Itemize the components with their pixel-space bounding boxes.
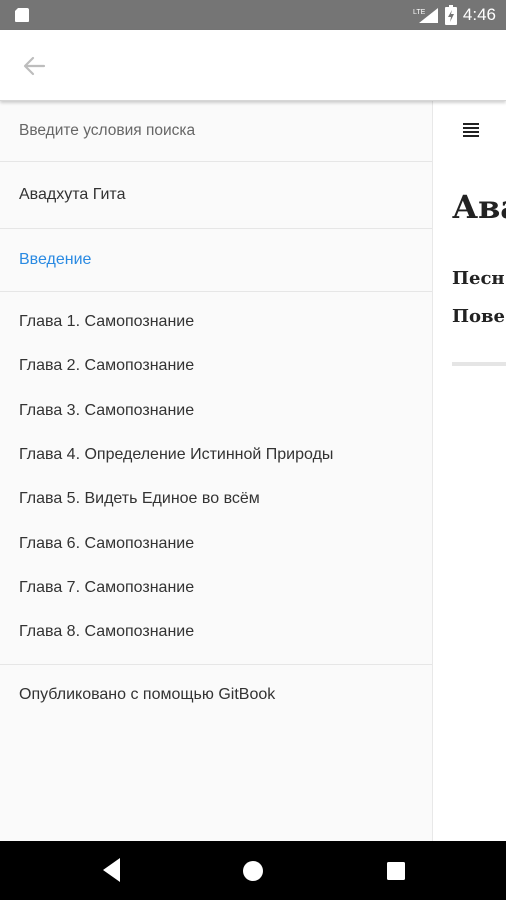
book-summary-sidebar: Авадхута Гита Введение Глава 1. Самопозн… (0, 100, 433, 841)
home-circle-icon[interactable] (242, 860, 264, 882)
sd-card-icon (15, 8, 29, 22)
chapter-link[interactable]: Глава 1. Самопознание (0, 300, 432, 344)
network-type-label: LTE (413, 9, 426, 16)
chapter-link[interactable]: Глава 2. Самопознание (0, 344, 432, 388)
sidebar-item-introduction[interactable]: Введение (0, 229, 432, 291)
chapter-list: Глава 1. Самопознание Глава 2. Самопозна… (0, 292, 432, 666)
gitbook-footer-link[interactable]: Опубликовано с помощью GitBook (0, 665, 432, 725)
back-triangle-icon[interactable] (100, 855, 122, 885)
book-title-section: Авадхута Гита (0, 162, 432, 229)
clock: 4:46 (462, 5, 496, 24)
page-title: Ава (452, 188, 506, 226)
divider (452, 362, 506, 366)
chapter-link[interactable]: Глава 8. Самопознание (0, 610, 432, 654)
content-text-line: Пове (452, 306, 505, 327)
chapter-link[interactable]: Глава 4. Определение Истинной Природы (0, 433, 432, 477)
book-title-link[interactable]: Авадхута Гита (0, 162, 432, 228)
chapter-link[interactable]: Глава 5. Видеть Единое во всём (0, 477, 432, 521)
status-bar: LTE 4:46 (0, 0, 506, 30)
battery-charging-icon (444, 5, 457, 25)
content-text-line: Песн (452, 268, 505, 289)
intro-section: Введение (0, 229, 432, 292)
search-bar (0, 100, 432, 162)
recents-square-icon[interactable] (386, 861, 406, 881)
page-content: Ава Песн Пове (433, 100, 506, 841)
search-input[interactable] (19, 121, 399, 140)
chapter-link[interactable]: Глава 6. Самопознание (0, 521, 432, 565)
navigation-bar (0, 841, 506, 900)
lte-signal-icon: LTE (413, 8, 438, 23)
menu-lines-icon[interactable] (461, 120, 481, 140)
chapter-link[interactable]: Глава 3. Самопознание (0, 389, 432, 433)
app-bar (0, 30, 506, 101)
arrow-back-icon[interactable] (18, 50, 50, 82)
chapter-link[interactable]: Глава 7. Самопознание (0, 566, 432, 610)
